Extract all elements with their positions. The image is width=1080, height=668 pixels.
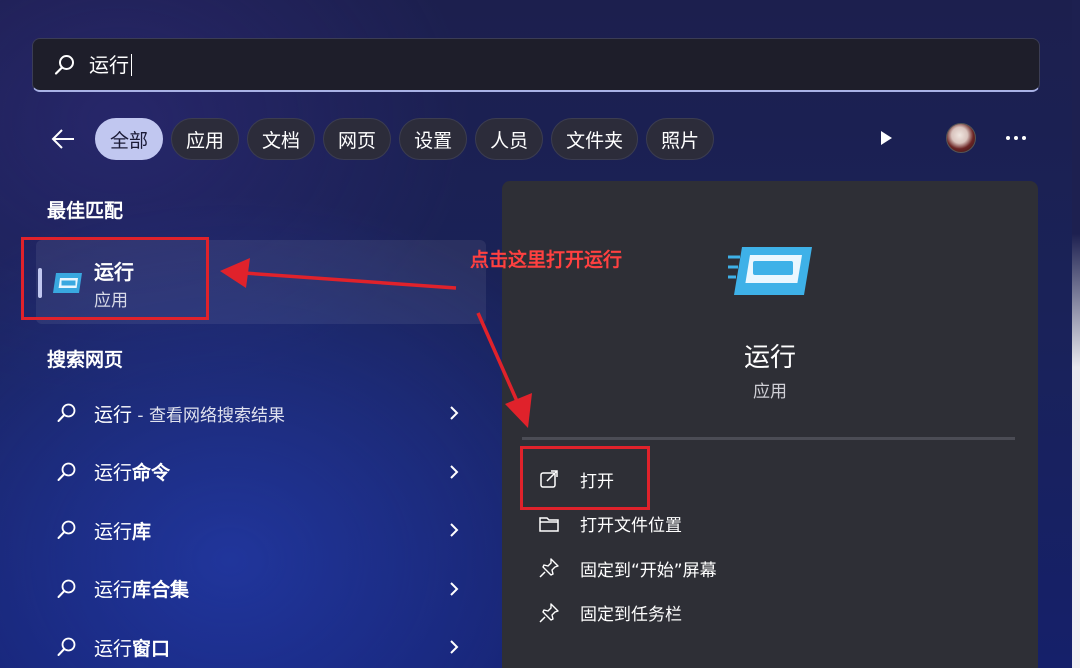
run-app-icon [728, 243, 814, 299]
filter-chip-photos[interactable]: 照片 [646, 118, 715, 160]
filter-chip-apps[interactable]: 应用 [171, 118, 240, 160]
annotation-box-open [520, 446, 650, 510]
ellipsis-icon [1006, 136, 1026, 140]
filter-chip-settings[interactable]: 设置 [399, 118, 468, 160]
pin-to-taskbar-label: 固定到任务栏 [580, 605, 682, 626]
more-filters-button[interactable] [874, 126, 898, 150]
divider [522, 437, 1015, 440]
filter-bar: 全部 应用 文档 网页 设置 人员 文件夹 照片 [46, 114, 1046, 162]
web-search-item[interactable]: 运行 - 查看网络搜索结果 [36, 384, 486, 443]
avatar[interactable] [946, 123, 976, 153]
web-search-list: 运行 - 查看网络搜索结果 运行命令 运行库 运行库合集 运行窗口 [36, 384, 486, 668]
best-match-heading: 最佳匹配 [47, 200, 124, 222]
search-input[interactable]: 运行 [89, 49, 132, 81]
annotation-text: 点击这里打开运行 [470, 249, 623, 271]
annotation-box-best-match [21, 237, 209, 320]
search-box[interactable]: 运行 [32, 38, 1040, 92]
web-search-label: 运行窗口 [94, 637, 171, 660]
detail-title: 运行 [743, 343, 796, 373]
background-window-edge [1072, 0, 1080, 668]
back-button[interactable] [46, 122, 80, 156]
search-icon [56, 519, 78, 541]
search-icon [53, 53, 77, 77]
open-file-location-label: 打开文件位置 [580, 516, 682, 537]
web-search-item[interactable]: 运行窗口 [36, 618, 486, 668]
search-icon [56, 578, 78, 600]
web-search-label: 运行库 [94, 520, 152, 543]
filter-chip-folders[interactable]: 文件夹 [551, 118, 639, 160]
pin-to-start-label: 固定到“开始”屏幕 [580, 560, 717, 581]
web-search-heading: 搜索网页 [47, 349, 124, 371]
pin-icon [538, 602, 560, 624]
detail-subtitle: 应用 [753, 382, 787, 402]
chevron-right-icon [446, 463, 462, 481]
filter-chip-all[interactable]: 全部 [95, 118, 164, 160]
search-icon [56, 402, 78, 424]
pin-to-taskbar-action[interactable]: 固定到任务栏 [538, 591, 717, 636]
chevron-right-icon [446, 404, 462, 422]
text-caret [131, 54, 132, 76]
more-options-button[interactable] [1002, 124, 1030, 152]
web-search-item[interactable]: 运行库合集 [36, 560, 486, 619]
arrow-left-icon [51, 129, 74, 149]
search-icon [56, 636, 78, 658]
play-icon [881, 131, 892, 145]
search-input-text: 运行 [89, 53, 129, 77]
folder-icon [538, 513, 560, 535]
filter-chip-people[interactable]: 人员 [475, 118, 544, 160]
web-search-label: 运行命令 [94, 462, 171, 485]
chevron-right-icon [446, 638, 462, 656]
web-search-label: 运行 - 查看网络搜索结果 [94, 403, 285, 426]
chevron-right-icon [446, 521, 462, 539]
pin-to-start-action[interactable]: 固定到“开始”屏幕 [538, 546, 717, 591]
web-search-item[interactable]: 运行库 [36, 501, 486, 560]
chevron-right-icon [446, 580, 462, 598]
web-search-label: 运行库合集 [94, 579, 190, 602]
filter-chips: 全部 应用 文档 网页 设置 人员 文件夹 照片 [95, 118, 715, 160]
search-icon [56, 461, 78, 483]
filter-chip-documents[interactable]: 文档 [247, 118, 316, 160]
pin-icon [538, 557, 560, 579]
web-search-item[interactable]: 运行命令 [36, 443, 486, 502]
filter-chip-web[interactable]: 网页 [323, 118, 392, 160]
